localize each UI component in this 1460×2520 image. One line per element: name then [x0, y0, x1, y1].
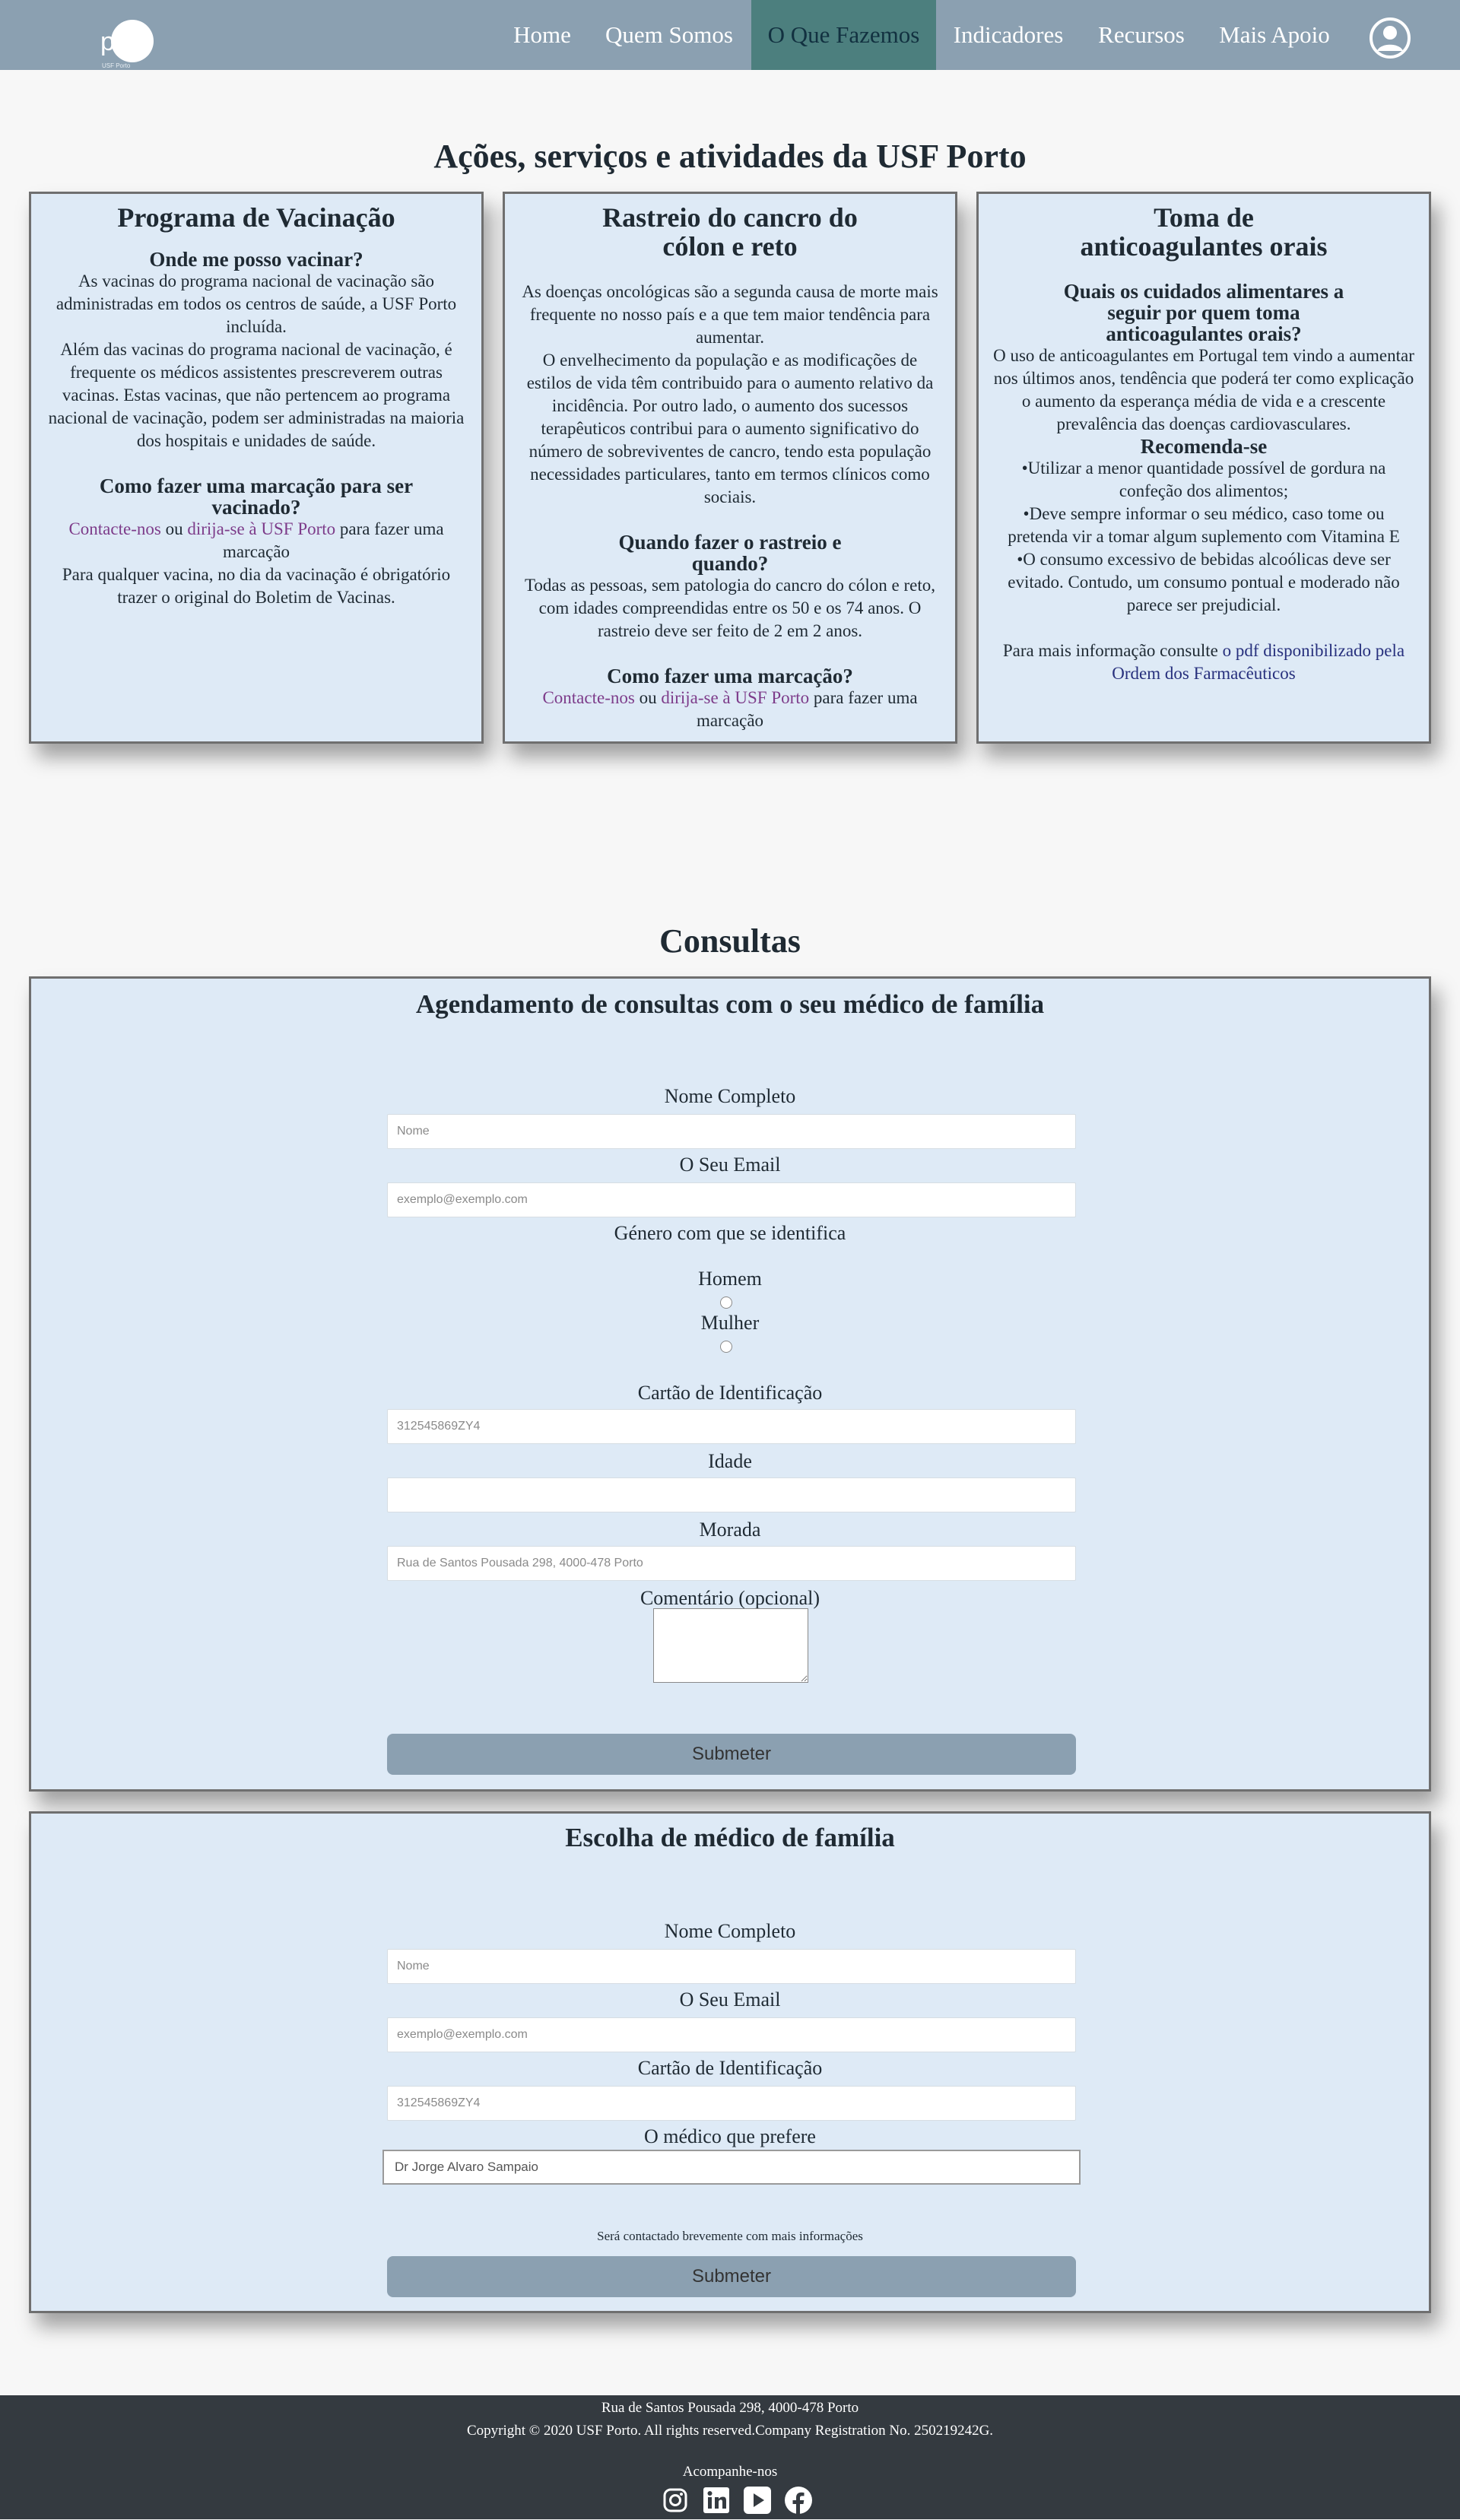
card-question: Quando fazer o rastreio e quando? — [618, 531, 842, 575]
comment-label: Comentário (opcional) — [640, 1587, 820, 1609]
card-question: Onde me posso vacinar? — [149, 248, 363, 271]
card-question: Como fazer uma marcação para ser vacinad… — [99, 474, 414, 519]
card-title: Rastreio do cancro do cólon e reto — [602, 202, 858, 262]
name-label: Nome Completo — [664, 1085, 796, 1107]
card-cta: Contacte-nos ou dirija-se à USF Porto pa… — [45, 518, 468, 563]
nav-mais-apoio[interactable]: Mais Apoio — [1212, 0, 1337, 70]
logo-text: pc — [100, 27, 126, 56]
footer-follow: Acompanhe-nos — [682, 2464, 778, 2480]
footer-copyright: Copyright © 2020 USF Porto. All rights r… — [466, 2423, 994, 2439]
name-input[interactable] — [387, 1114, 1076, 1149]
id-label: Cartão de Identificação — [637, 2057, 823, 2079]
gender-label: Género com que se identifica — [614, 1222, 846, 1244]
visit-link[interactable]: dirija-se à USF Porto — [661, 688, 809, 707]
nav-o-que-fazemos[interactable]: O Que Fazemos — [751, 0, 936, 70]
card-question: Quais os cuidados alimentares a seguir p… — [1063, 280, 1344, 345]
social-links — [660, 2485, 814, 2517]
site-logo[interactable]: pc USF Porto — [100, 17, 155, 69]
card-text: As doenças oncológicas são a segunda cau… — [522, 282, 938, 347]
id-input[interactable] — [387, 2086, 1076, 2121]
card-vaccination: Programa de Vacinação Onde me posso vaci… — [29, 192, 484, 744]
address-label: Morada — [699, 1519, 761, 1541]
name-label: Nome Completo — [664, 1920, 796, 1942]
instagram-icon[interactable] — [660, 2485, 690, 2515]
gender-radio-female[interactable] — [720, 1341, 732, 1353]
card-subheading: Recomenda-se — [1140, 435, 1268, 458]
gender-option-female-label: Mulher — [700, 1312, 760, 1334]
appointment-form: Agendamento de consultas com o seu médic… — [29, 976, 1431, 1792]
actions-title: Ações, serviços e atividades da USF Port… — [433, 138, 1027, 175]
gender-radio-male[interactable] — [720, 1296, 732, 1309]
doctor-form-title: Escolha de médico de família — [565, 1823, 895, 1852]
address-input[interactable] — [387, 1546, 1076, 1581]
gender-option-male-label: Homem — [698, 1268, 762, 1290]
card-more: Para mais informação consulte o pdf disp… — [992, 640, 1415, 685]
email-input[interactable] — [387, 2017, 1076, 2052]
card-colon-screening: Rastreio do cancro do cólon e reto As do… — [503, 192, 957, 744]
age-label: Idade — [708, 1450, 752, 1472]
comment-textarea[interactable] — [653, 1608, 808, 1683]
id-label: Cartão de Identificação — [637, 1382, 823, 1404]
contact-note: Será contactado brevemente com mais info… — [597, 2229, 863, 2243]
doctor-select[interactable]: Dr Jorge Alvaro Sampaio — [382, 2150, 1081, 2185]
card-text: Além das vacinas do programa nacional de… — [48, 340, 465, 450]
visit-link[interactable]: dirija-se à USF Porto — [187, 519, 335, 538]
id-input[interactable] — [387, 1409, 1076, 1444]
footer: Rua de Santos Pousada 298, 4000-478 Port… — [0, 2395, 1460, 2519]
user-circle-icon[interactable] — [1369, 17, 1411, 59]
appointment-submit-button[interactable]: Submeter — [387, 1734, 1076, 1775]
card-question: Como fazer uma marcação? — [607, 665, 853, 687]
nav-home[interactable]: Home — [502, 0, 582, 70]
nav-indicadores[interactable]: Indicadores — [946, 0, 1071, 70]
navbar: pc USF Porto Home Quem Somos O Que Fazem… — [0, 0, 1460, 70]
contact-link[interactable]: Contacte-nos — [68, 519, 160, 538]
card-title: Toma de anticoagulantes orais — [1080, 202, 1328, 262]
age-input[interactable] — [387, 1477, 1076, 1512]
card-bullet: •Deve sempre informar o seu médico, caso… — [1008, 504, 1400, 546]
doctor-label: O médico que prefere — [644, 2125, 816, 2147]
linkedin-icon[interactable] — [701, 2485, 732, 2515]
footer-address: Rua de Santos Pousada 298, 4000-478 Port… — [601, 2400, 859, 2416]
card-text: Todas as pessoas, sem patologia do cancr… — [524, 576, 936, 640]
card-text: As vacinas do programa nacional de vacin… — [56, 271, 457, 336]
doctor-choice-form: Escolha de médico de família Nome Comple… — [29, 1811, 1431, 2313]
card-text: O envelhecimento da população e as modif… — [526, 351, 934, 506]
card-cta: Contacte-nos ou dirija-se à USF Porto pa… — [519, 687, 941, 732]
consultas-title: Consultas — [659, 922, 801, 960]
email-input[interactable] — [387, 1182, 1076, 1217]
card-bullet: •O consumo excessivo de bebidas alcoólic… — [1008, 550, 1400, 614]
nav-recursos[interactable]: Recursos — [1090, 0, 1192, 70]
contact-link[interactable]: Contacte-nos — [542, 688, 634, 707]
email-label: O Seu Email — [679, 1154, 781, 1176]
cta-or: ou — [165, 519, 183, 538]
name-input[interactable] — [387, 1949, 1076, 1984]
card-bullet: •Utilizar a menor quantidade possível de… — [1021, 459, 1386, 500]
logo-subtitle: USF Porto — [102, 62, 131, 69]
email-label: O Seu Email — [679, 1988, 781, 2011]
doctor-submit-button[interactable]: Submeter — [387, 2256, 1076, 2297]
facebook-icon[interactable] — [783, 2485, 814, 2515]
cta-or: ou — [639, 688, 657, 707]
card-text: Para qualquer vacina, no dia da vacinaçã… — [62, 565, 451, 607]
card-title: Programa de Vacinação — [117, 202, 395, 233]
more-text: Para mais informação consulte — [1002, 641, 1218, 660]
youtube-icon[interactable] — [742, 2485, 773, 2515]
card-anticoagulants: Toma de anticoagulantes orais Quais os c… — [976, 192, 1431, 744]
card-text: O uso de anticoagulantes em Portugal tem… — [993, 346, 1414, 433]
nav-quem-somos[interactable]: Quem Somos — [598, 0, 741, 70]
appointment-title: Agendamento de consultas com o seu médic… — [415, 989, 1045, 1019]
